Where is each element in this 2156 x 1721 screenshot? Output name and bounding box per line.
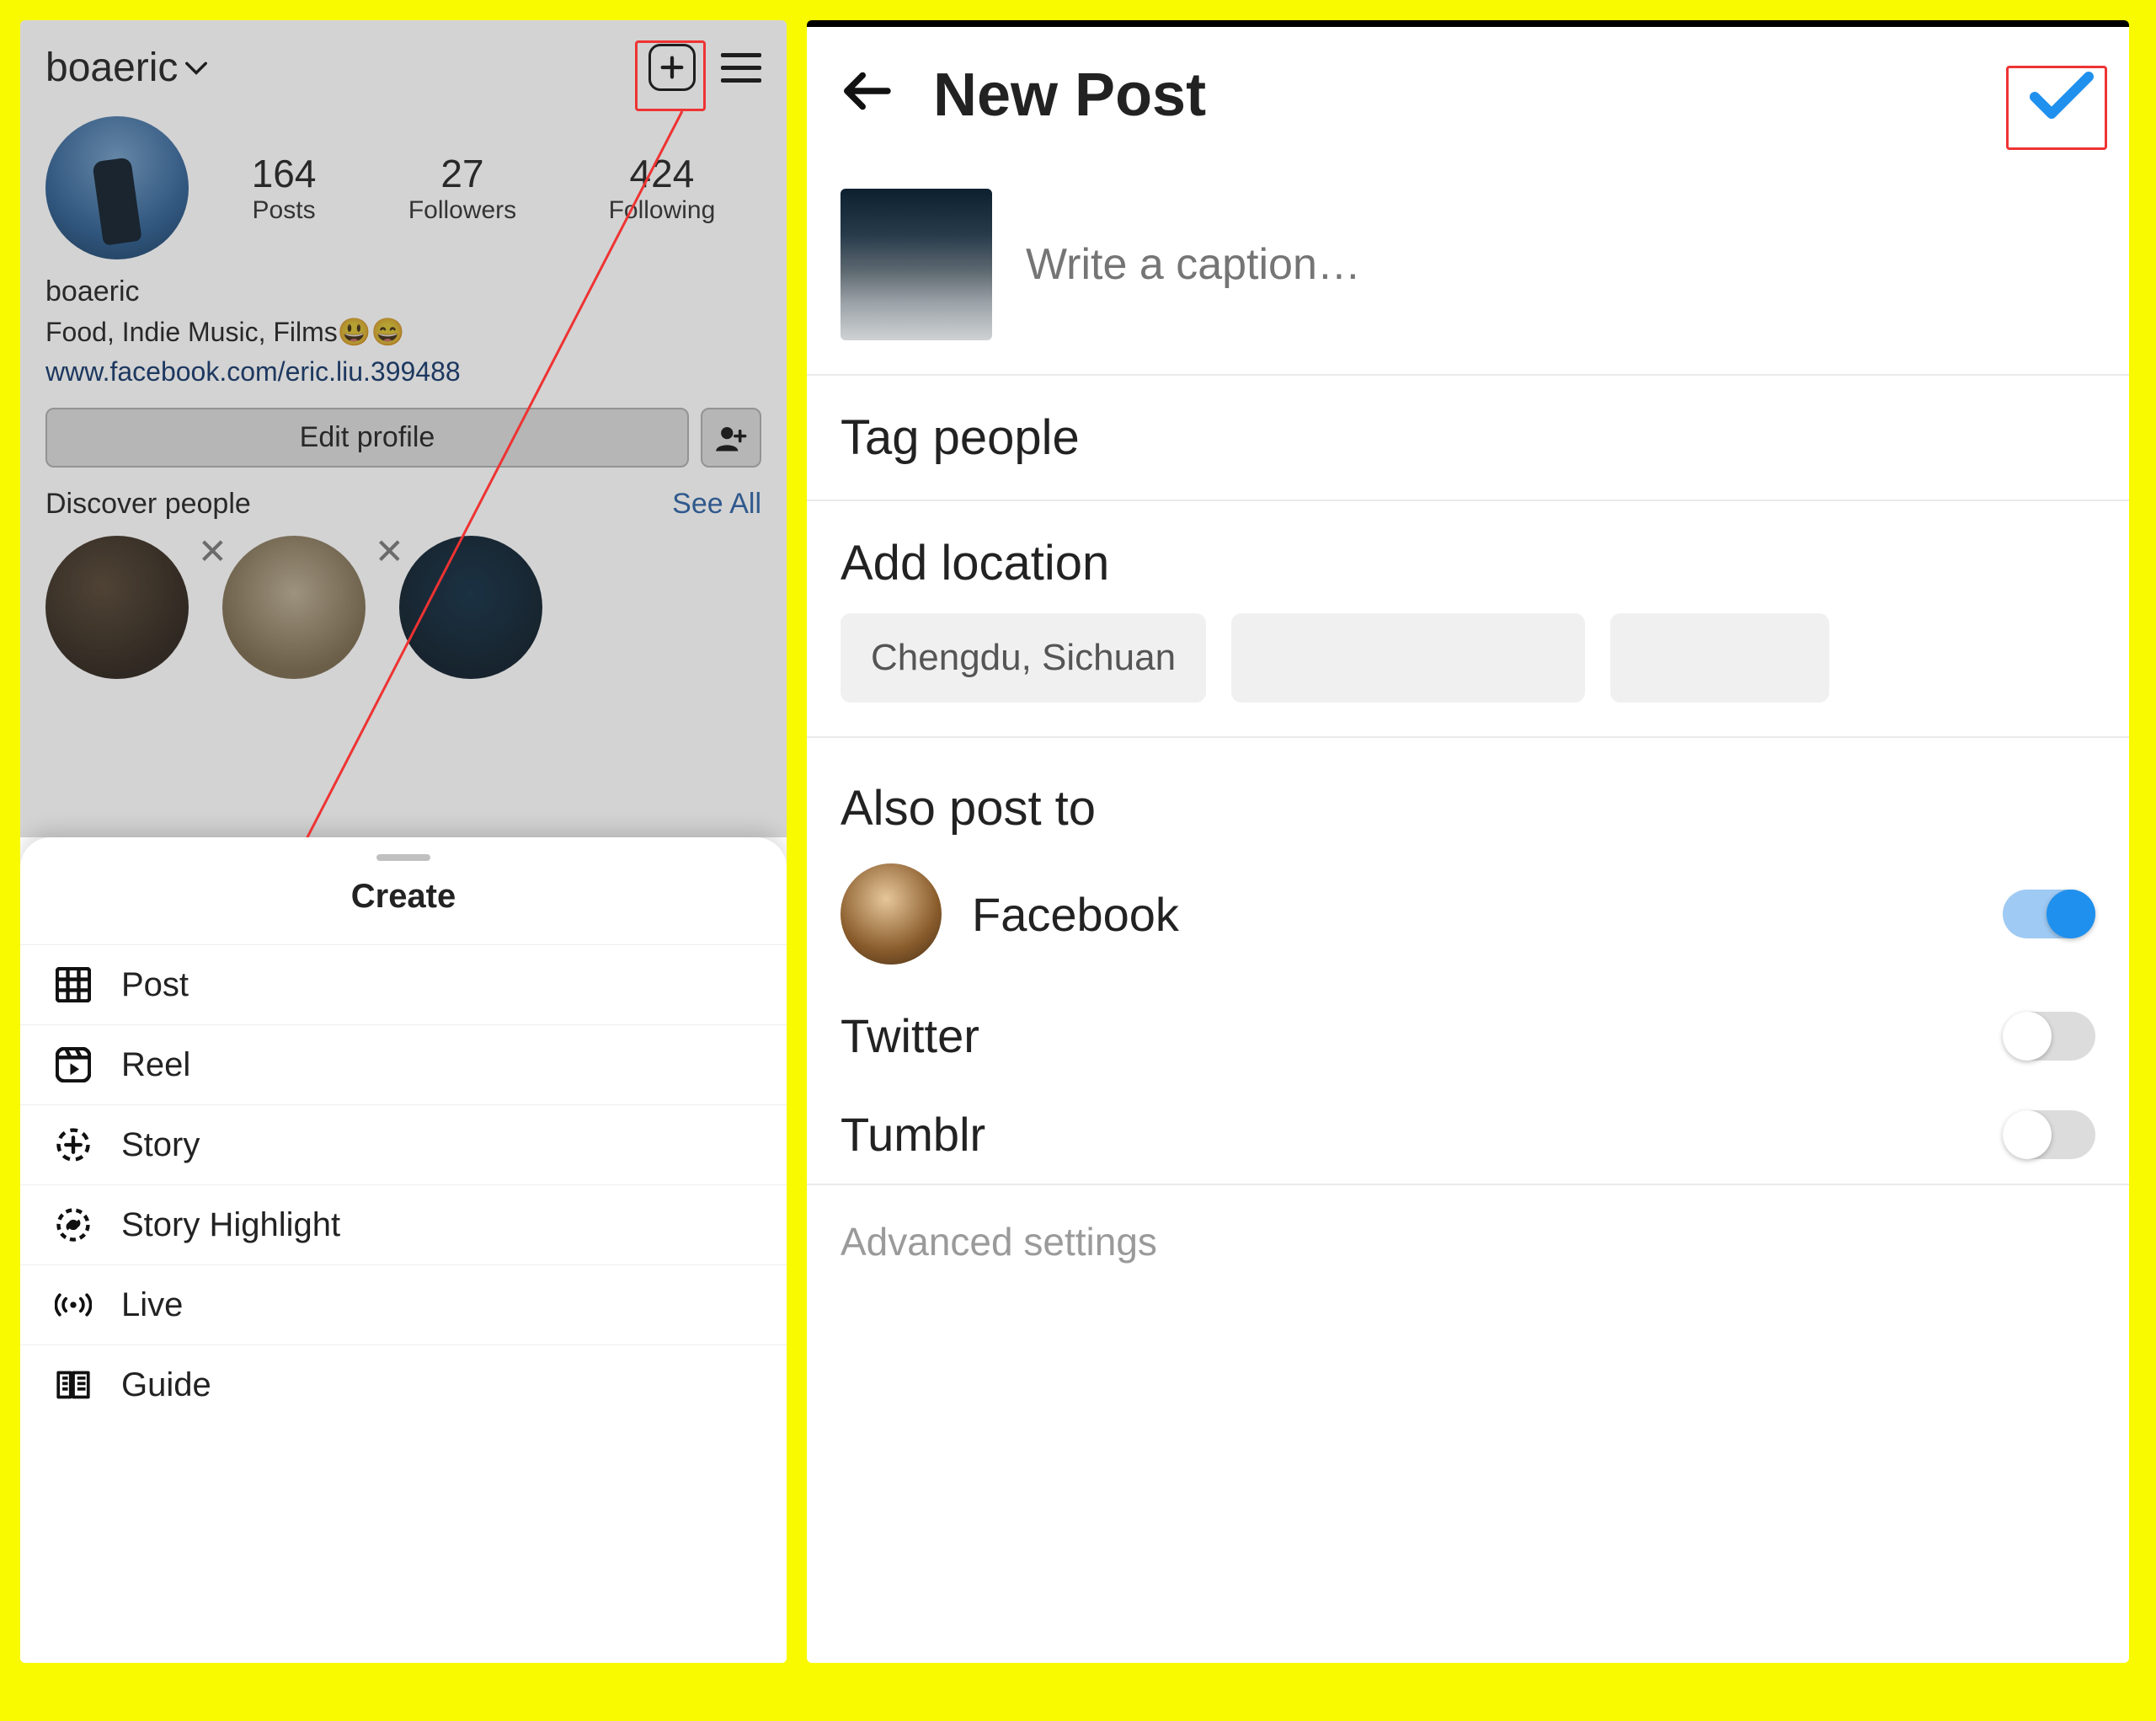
new-post-screen: New Post Tag people Add location Chengdu… — [807, 20, 2129, 1663]
menu-label: Live — [121, 1286, 183, 1324]
create-reel-item[interactable]: Reel — [20, 1024, 787, 1104]
post-thumbnail[interactable] — [841, 189, 992, 340]
live-icon — [54, 1285, 93, 1324]
tag-people-row[interactable]: Tag people — [807, 376, 2129, 501]
sheet-title: Create — [20, 878, 787, 916]
share-label: Tumblr — [841, 1107, 985, 1162]
create-sheet: Create Post Reel Story Story Highlight — [20, 837, 787, 1663]
share-twitter-row: Twitter — [807, 986, 2129, 1085]
location-chip[interactable] — [1231, 613, 1585, 703]
location-suggestions: Chengdu, Sichuan — [807, 613, 2129, 738]
sheet-grabber[interactable] — [376, 854, 430, 861]
menu-label: Story Highlight — [121, 1206, 340, 1244]
menu-label: Story — [121, 1126, 200, 1164]
share-label: Facebook — [972, 887, 1179, 942]
share-tumblr-row: Tumblr — [807, 1085, 2129, 1184]
also-post-to-label: Also post to — [807, 738, 2129, 842]
profile-screen: boaeric 164 Posts — [20, 20, 787, 1663]
menu-label: Reel — [121, 1046, 190, 1084]
create-guide-item[interactable]: Guide — [20, 1344, 787, 1424]
modal-overlay — [20, 20, 787, 837]
create-post-item[interactable]: Post — [20, 944, 787, 1024]
facebook-toggle[interactable] — [2003, 890, 2095, 938]
menu-label: Post — [121, 966, 189, 1004]
grid-icon — [54, 965, 93, 1004]
caption-input[interactable] — [1026, 239, 2095, 290]
create-highlight-item[interactable]: Story Highlight — [20, 1184, 787, 1264]
share-label: Twitter — [841, 1008, 979, 1063]
page-title: New Post — [933, 61, 1206, 130]
tumblr-toggle[interactable] — [2003, 1110, 2095, 1159]
story-icon — [54, 1125, 93, 1164]
location-chip[interactable]: Chengdu, Sichuan — [841, 613, 1206, 703]
facebook-avatar — [841, 863, 942, 965]
guide-icon — [54, 1366, 93, 1404]
menu-label: Guide — [121, 1366, 211, 1404]
back-button[interactable] — [841, 66, 891, 126]
create-live-item[interactable]: Live — [20, 1264, 787, 1344]
confirm-button[interactable] — [2028, 67, 2095, 125]
location-chip[interactable] — [1610, 613, 1829, 703]
highlight-icon — [54, 1205, 93, 1244]
twitter-toggle[interactable] — [2003, 1012, 2095, 1061]
new-post-header: New Post — [807, 27, 2129, 155]
caption-row — [807, 155, 2129, 376]
share-facebook-row: Facebook — [807, 842, 2129, 986]
reel-icon — [54, 1045, 93, 1084]
create-story-item[interactable]: Story — [20, 1104, 787, 1184]
advanced-settings-row[interactable]: Advanced settings — [807, 1184, 2129, 1298]
add-location-row[interactable]: Add location — [807, 501, 2129, 613]
